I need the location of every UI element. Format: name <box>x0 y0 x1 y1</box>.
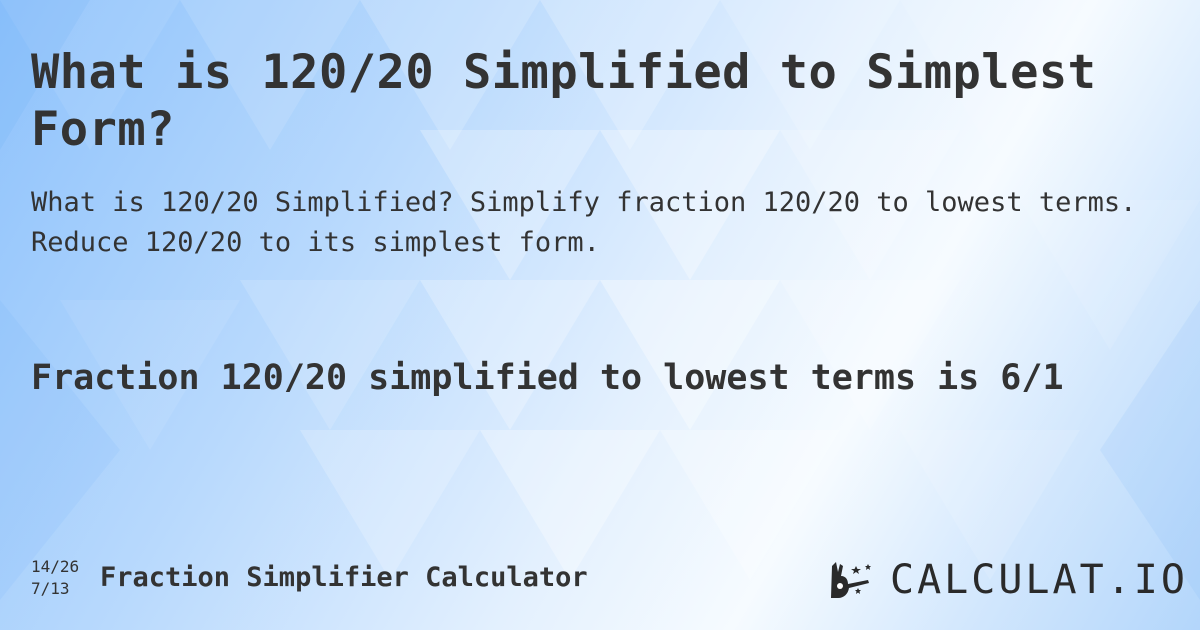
page-title: What is 120/20 Simplified to Simplest Fo… <box>31 45 1097 157</box>
footer-fraction-bottom: 7/13 <box>31 579 70 598</box>
page-description: What is 120/20 Simplified? Simplify frac… <box>31 187 1137 258</box>
calculat-io-logo[interactable]: CALCULAT.IO <box>828 557 1188 603</box>
content: What is 120/20 Simplified to Simplest Fo… <box>0 0 1200 630</box>
footer-fractions: 14/26 7/13 <box>31 556 79 600</box>
magic-hand-wand-icon <box>831 562 871 598</box>
answer-text: Fraction 120/20 simplified to lowest ter… <box>31 358 1064 398</box>
calculator-name[interactable]: Fraction Simplifier Calculator <box>100 562 588 593</box>
footer-fraction-top: 14/26 <box>31 557 80 576</box>
logo-text: CALCULAT.IO <box>890 557 1188 603</box>
